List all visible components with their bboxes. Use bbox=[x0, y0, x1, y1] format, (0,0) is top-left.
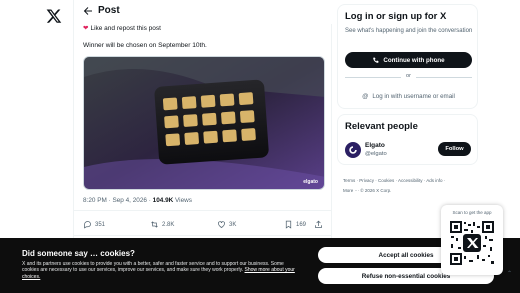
signup-description: See what's happening and join the conver… bbox=[345, 28, 473, 34]
post-text: Winner will be chosen on September 10th. bbox=[83, 42, 207, 49]
login-button-label: Log in with username or email bbox=[372, 92, 455, 100]
avatar[interactable] bbox=[345, 142, 361, 158]
qr-code-icon[interactable] bbox=[449, 220, 495, 266]
or-divider: or bbox=[345, 73, 472, 81]
cookie-title: Did someone say … cookies? bbox=[22, 249, 135, 258]
phone-icon bbox=[373, 57, 379, 63]
reply-count: 351 bbox=[95, 221, 106, 228]
relevant-title: Relevant people bbox=[345, 121, 418, 132]
cookie-body: X and its partners use cookies to provid… bbox=[22, 261, 300, 280]
relevant-people-card: Relevant people Elgato @elgato Follow bbox=[337, 114, 478, 165]
phone-button-label: Continue with phone bbox=[383, 56, 445, 64]
repost-icon bbox=[151, 221, 158, 228]
account-name[interactable]: Elgato bbox=[365, 142, 385, 149]
like-count: 3K bbox=[229, 221, 237, 228]
arrow-left-icon[interactable] bbox=[82, 5, 94, 17]
like-button[interactable]: 3K bbox=[217, 220, 236, 229]
x-logo-icon[interactable] bbox=[46, 8, 62, 24]
post-actions: 351 2.8K 3K 169 bbox=[74, 210, 332, 236]
page-title: Post bbox=[98, 5, 120, 16]
heart-icon: ❤ bbox=[83, 25, 89, 32]
post-timestamp[interactable]: 8:20 PM · Sep 4, 2026 · bbox=[83, 197, 153, 204]
signup-card: Log in or sign up for X See what's happe… bbox=[337, 4, 478, 109]
post-notice: ❤ Like and repost this post bbox=[83, 24, 161, 32]
post-header: Post bbox=[74, 0, 332, 24]
stream-deck-photo bbox=[84, 57, 324, 189]
signup-title: Log in or sign up for X bbox=[345, 11, 447, 22]
repost-button[interactable]: 2.8K bbox=[150, 220, 174, 229]
share-button[interactable] bbox=[314, 220, 323, 229]
elgato-logo-icon bbox=[349, 146, 357, 154]
login-username-button[interactable]: @ Log in with username or email bbox=[345, 88, 472, 104]
post-meta: 8:20 PM · Sep 4, 2026 · 104.9K Views bbox=[83, 197, 192, 204]
footer-links: Terms · Privacy · Cookies · Accessibilit… bbox=[343, 176, 478, 196]
reply-button[interactable]: 351 bbox=[83, 220, 105, 229]
continue-with-phone-button[interactable]: Continue with phone bbox=[345, 52, 472, 68]
views-label: Views bbox=[173, 197, 192, 204]
qr-label: Scan to get the app bbox=[452, 210, 492, 215]
views-count: 104.9K bbox=[152, 197, 174, 204]
bookmark-count: 169 bbox=[296, 221, 307, 228]
bookmark-button[interactable]: 169 bbox=[284, 220, 306, 229]
footer-line-2[interactable]: More ··· © 2026 X Corp. bbox=[343, 186, 478, 196]
share-icon bbox=[315, 220, 322, 228]
scroll-up-icon[interactable]: ⌃ bbox=[507, 270, 512, 277]
account-handle[interactable]: @elgato bbox=[365, 151, 387, 157]
bookmark-icon bbox=[285, 220, 292, 229]
follow-button[interactable]: Follow bbox=[438, 142, 471, 156]
qr-card: Scan to get the app bbox=[441, 205, 503, 275]
notice-text: Like and repost this post bbox=[90, 25, 161, 32]
repost-count: 2.8K bbox=[162, 221, 175, 228]
footer-line-1[interactable]: Terms · Privacy · Cookies · Accessibilit… bbox=[343, 176, 478, 186]
heart-outline-icon bbox=[218, 221, 225, 228]
media-watermark: elgato bbox=[303, 179, 318, 185]
post-media-image[interactable]: elgato bbox=[83, 56, 325, 190]
reply-icon bbox=[84, 221, 91, 229]
at-icon: @ bbox=[362, 92, 369, 100]
